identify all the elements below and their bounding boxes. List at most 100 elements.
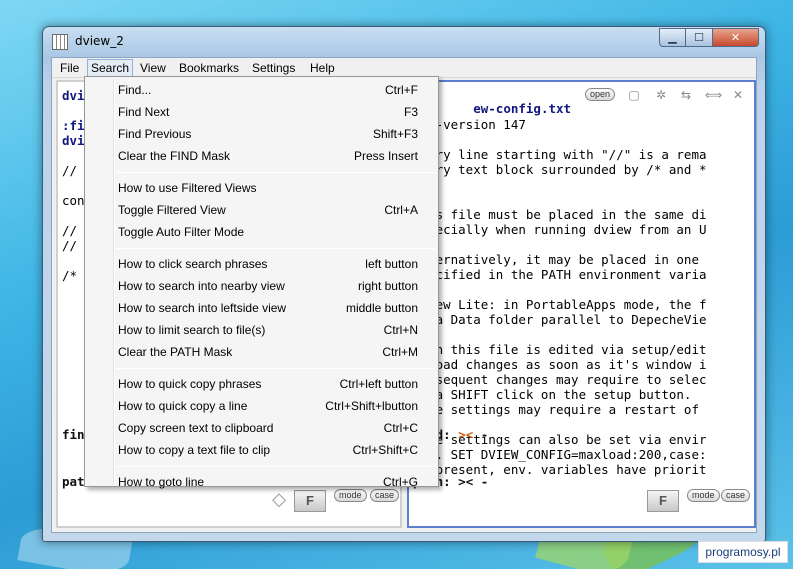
- search-menu-item[interactable]: How to copy a text file to clip Ctrl+Shif…: [118, 440, 418, 460]
- text-line[interactable]: //: [62, 223, 85, 238]
- close-icon: ✕: [730, 31, 741, 44]
- path-mask-icon[interactable]: ><: [458, 474, 473, 489]
- text-line[interactable]: [62, 208, 85, 223]
- open-button[interactable]: open: [585, 88, 616, 101]
- text-line[interactable]: [413, 177, 707, 192]
- maximize-button[interactable]: ☐: [686, 28, 713, 47]
- app-icon[interactable]: [52, 34, 68, 50]
- menu-item-shortcut: Ctrl+Shift+lbutton: [325, 399, 418, 413]
- text-line[interactable]: //: [62, 163, 85, 178]
- menu-bookmarks[interactable]: Bookmarks: [176, 60, 242, 76]
- menu-help[interactable]: Help: [307, 60, 338, 76]
- menu-item-shortcut: right button: [357, 279, 418, 293]
- search-menu-item[interactable]: How to search into leftside view middle b…: [118, 298, 418, 318]
- menu-item-label: How to quick copy a line: [118, 399, 248, 413]
- search-menu-item[interactable]: How to limit search to file(s) Ctrl+N: [118, 320, 418, 340]
- text-line[interactable]: Alternatively, it may be placed in one: [413, 252, 707, 267]
- menu-separator: [116, 248, 435, 249]
- search-menu-item[interactable]: How to use Filtered Views: [118, 178, 418, 198]
- text-line[interactable]: [413, 327, 707, 342]
- text-line[interactable]: Every text block surrounded by /* and *: [413, 162, 707, 177]
- menu-item-label: Toggle Filtered View: [118, 203, 226, 217]
- right-text-view[interactable]: ew-config.txt open ▢ ✲ ⇆ ⟺ ✕ fig-version…: [407, 80, 756, 528]
- window-icon[interactable]: ▢: [627, 88, 641, 102]
- menu-item-label: How to search into leftside view: [118, 301, 287, 315]
- search-menu-item[interactable]: How to search into nearby view right butt…: [118, 276, 418, 296]
- close-pane-icon[interactable]: ✕: [731, 88, 745, 102]
- menu-item-label: Clear the FIND Mask: [118, 149, 231, 163]
- search-menu-item[interactable]: Toggle Filtered View Ctrl+A: [118, 200, 418, 220]
- text-line[interactable]: [62, 253, 85, 268]
- search-menu-item[interactable]: Find... Ctrl+F: [118, 80, 418, 100]
- text-line[interactable]: :fi: [62, 118, 85, 133]
- mode-button[interactable]: mode: [687, 489, 720, 502]
- watermark: programosy.pl: [698, 541, 788, 563]
- settings-icon[interactable]: ✲: [654, 88, 668, 102]
- filter-button[interactable]: F: [647, 490, 679, 512]
- case-button[interactable]: case: [721, 489, 751, 502]
- menu-item-label: Find...: [118, 83, 152, 97]
- minimize-icon: ▁: [668, 31, 677, 44]
- title-bar[interactable]: dview_2 ▁ ☐ ✕: [43, 27, 765, 57]
- find-value: -: [480, 427, 489, 442]
- text-line[interactable]: [62, 148, 85, 163]
- text-line[interactable]: dvi: [62, 133, 85, 148]
- text-line[interactable]: reload changes as soon as it's window i: [413, 357, 707, 372]
- text-line[interactable]: [413, 132, 707, 147]
- arrows-icon[interactable]: ⟺: [705, 88, 722, 102]
- menu-search[interactable]: Search: [87, 59, 134, 77]
- text-line[interactable]: [62, 178, 85, 193]
- menu-item-label: Find Previous: [118, 127, 192, 141]
- menu-file[interactable]: File: [57, 60, 82, 76]
- search-menu-item[interactable]: Find Previous Shift+F3: [118, 124, 418, 144]
- search-menu-item[interactable]: How to quick copy phrases Ctrl+left butto…: [118, 374, 418, 394]
- left-text-content[interactable]: dvi:fi dvi//con/////*: [62, 88, 85, 283]
- menu-view[interactable]: View: [137, 60, 169, 76]
- search-menu-item[interactable]: Clear the PATH Mask Ctrl+M: [118, 342, 418, 362]
- text-line[interactable]: [413, 237, 707, 252]
- filter-button[interactable]: F: [294, 490, 326, 512]
- menu-settings[interactable]: Settings: [249, 60, 298, 76]
- sync-icon[interactable]: ◇: [270, 489, 288, 509]
- menu-separator: [116, 466, 435, 467]
- text-line[interactable]: Every line starting with "//" is a rema: [413, 147, 707, 162]
- menu-item-shortcut: Ctrl+F: [385, 83, 418, 97]
- menu-item-label: Copy screen text to clipboard: [118, 421, 274, 435]
- path-value: -: [480, 473, 489, 489]
- text-line[interactable]: /*: [62, 268, 85, 283]
- close-button[interactable]: ✕: [713, 28, 759, 47]
- text-line[interactable]: This file must be placed in the same di: [413, 207, 707, 222]
- text-line[interactable]: specified in the PATH environment varia: [413, 267, 707, 282]
- find-mask-icon[interactable]: ><: [458, 427, 473, 442]
- text-line[interactable]: especially when running dview from an U: [413, 222, 707, 237]
- menu-item-shortcut: left button: [365, 257, 418, 271]
- menu-item-shortcut: Ctrl+G: [382, 475, 418, 489]
- text-line[interactable]: [413, 282, 707, 297]
- search-menu-item[interactable]: Clear the FIND Mask Press Insert: [118, 146, 418, 166]
- search-menu-item[interactable]: Copy screen text to clipboard Ctrl+C: [118, 418, 418, 438]
- text-line[interactable]: [62, 103, 85, 118]
- text-line[interactable]: DView Lite: in PortableApps mode, the f: [413, 297, 707, 312]
- text-line[interactable]: [413, 192, 707, 207]
- search-menu-item[interactable]: Find Next F3: [118, 102, 418, 122]
- text-line[interactable]: Subsequent changes may require to selec: [413, 372, 707, 387]
- menu-item-shortcut: Ctrl+M: [382, 345, 418, 359]
- minimize-button[interactable]: ▁: [659, 28, 686, 47]
- menu-item-shortcut: middle button: [345, 301, 418, 315]
- swap-icon[interactable]: ⇆: [679, 88, 693, 102]
- menu-item-label: How to use Filtered Views: [118, 181, 257, 195]
- text-line[interactable]: dvi: [62, 88, 85, 103]
- text-line[interactable]: con: [62, 193, 85, 208]
- menu-item-label: How to quick copy phrases: [118, 377, 262, 391]
- menu-item-shortcut: Ctrl+left button: [339, 377, 418, 391]
- menu-bar: File Search View Bookmarks Settings Help: [52, 58, 756, 78]
- search-menu-item[interactable]: How to goto line Ctrl+G: [118, 472, 418, 492]
- text-line[interactable]: When this file is edited via setup/edit: [413, 342, 707, 357]
- search-menu-item[interactable]: Toggle Auto Filter Mode: [118, 222, 418, 242]
- search-menu-item[interactable]: How to click search phrases left button: [118, 254, 418, 274]
- search-menu-item[interactable]: How to quick copy a line Ctrl+Shift+lbutt…: [118, 396, 418, 416]
- text-line[interactable]: //: [62, 238, 85, 253]
- search-menu-dropdown: Find... Ctrl+F Find Next F3 Find Previous Shi…: [84, 76, 439, 489]
- text-line[interactable]: in a Data folder parallel to DepecheVie: [413, 312, 707, 327]
- text-line[interactable]: fig-version 147: [413, 117, 707, 132]
